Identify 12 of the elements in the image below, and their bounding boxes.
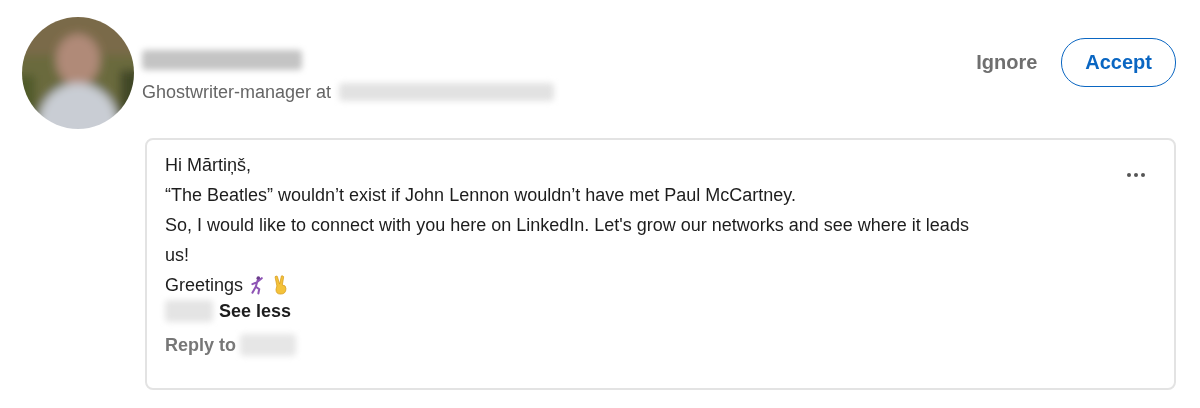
message-text: “The Beatles” wouldn’t exist if John Lennon wouldn’t have met Paul McCartney.	[165, 184, 797, 207]
accept-button[interactable]: Accept	[1061, 37, 1176, 87]
blurred-name	[165, 300, 213, 322]
reply-label: Reply to	[165, 334, 236, 356]
headline-text: Ghostwriter-manager at	[142, 81, 332, 103]
peace-hand-icon	[272, 275, 290, 295]
see-less-link[interactable]: See less	[219, 300, 292, 322]
message-text: So, I would like to connect with you here on LinkedIn. Let's grow our networks and see where it leads us!	[165, 214, 970, 267]
message-text: Greetings	[165, 274, 244, 297]
ignore-button[interactable]: Ignore	[974, 42, 1040, 82]
message-text: Hi Mārtiņš,	[165, 154, 252, 177]
more-icon[interactable]	[1126, 172, 1146, 178]
